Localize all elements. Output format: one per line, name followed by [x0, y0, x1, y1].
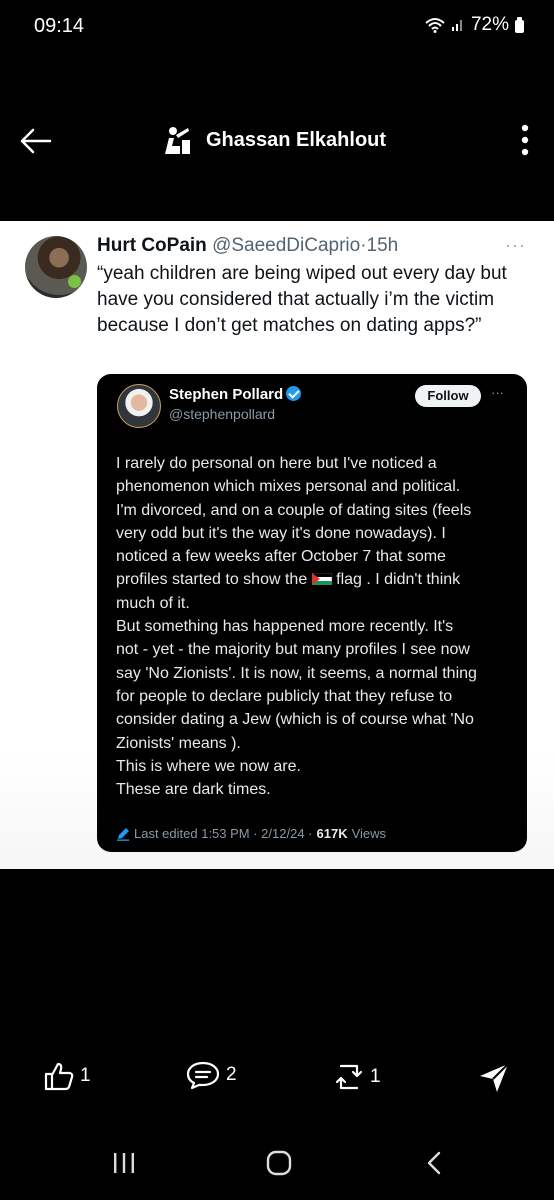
- like-button[interactable]: 1: [44, 1060, 91, 1092]
- quoted-tweet: Stephen Pollard @stephenpollard Follow ·…: [97, 374, 527, 852]
- quoted-line: noticed a few weeks after October 7 that…: [116, 548, 446, 566]
- status-icons: 72%: [425, 14, 524, 36]
- quoted-line: I rarely do personal on here but I've no…: [116, 455, 437, 472]
- tweet-more-icon: ···: [505, 235, 526, 255]
- tweet-header: Hurt CoPain @SaeedDiCaprio·15h: [97, 235, 398, 257]
- header-profile[interactable]: Ghassan Elkahlout: [160, 124, 386, 156]
- views-count: 617K: [316, 826, 348, 841]
- status-time: 09:14: [34, 15, 85, 37]
- comment-button[interactable]: 2: [186, 1060, 237, 1090]
- quoted-line: Zionists' means ).: [116, 734, 241, 752]
- quoted-line: say 'No Zionists'. It is now, it seems, …: [116, 664, 477, 682]
- tweet-author-handle: @SaeedDiCaprio: [212, 235, 361, 256]
- quoted-line: These are dark times.: [116, 781, 271, 799]
- tweet-text: “yeah children are being wiped out every…: [97, 263, 507, 336]
- quoted-more-icon: ···: [491, 385, 504, 400]
- tweet-screenshot[interactable]: Hurt CoPain @SaeedDiCaprio·15h ··· “yeah…: [0, 221, 554, 869]
- battery-icon: [515, 16, 524, 33]
- repost-icon: [335, 1064, 363, 1090]
- quoted-line: not - yet - the majority but many profil…: [116, 641, 470, 659]
- edit-pen-icon: [117, 827, 129, 841]
- quoted-line: But something has happened more recently…: [116, 618, 454, 636]
- quoted-line: phenomenon which mixes personal and poli…: [116, 478, 461, 496]
- views-label: Views: [351, 826, 387, 841]
- quoted-line: for people to declare publicly that they…: [116, 687, 453, 705]
- status-bar: 09:14 72%: [0, 0, 554, 52]
- quoted-line-with-flag: profiles started to show the flag . I di…: [116, 568, 516, 591]
- quoted-line-part: profiles started to show the: [116, 571, 308, 589]
- quoted-text: I rarely do personal on here but I've no…: [116, 452, 516, 801]
- quoted-line: consider dating a Jew (which is of cours…: [116, 711, 474, 729]
- palestine-flag-icon: [311, 573, 332, 586]
- back-arrow-icon[interactable]: [18, 126, 52, 156]
- avatar: [25, 236, 87, 298]
- header-title: Ghassan Elkahlout: [206, 128, 387, 151]
- quoted-author-name: Stephen Pollard: [169, 386, 284, 403]
- profile-logo-icon: [165, 127, 190, 154]
- like-count: 1: [80, 1065, 91, 1086]
- thumbs-up-icon: [44, 1062, 74, 1091]
- tweet-author-name: Hurt CoPain: [97, 235, 207, 256]
- more-vertical-icon[interactable]: [520, 122, 530, 158]
- quoted-line-part: flag . I didn't think: [336, 571, 461, 589]
- edited-text: Last edited 1:53 PM · 2/12/24 ·: [134, 826, 313, 841]
- home-icon[interactable]: [266, 1150, 292, 1176]
- quoted-line: This is where we now are.: [116, 757, 301, 775]
- tweet-time: 15h: [366, 235, 399, 256]
- quoted-line: very odd but it's the way it's done nowa…: [116, 524, 446, 542]
- quoted-line: much of it.: [116, 594, 190, 612]
- post-actions: 1 2 1: [0, 1060, 554, 1100]
- quoted-author: Stephen Pollard: [169, 386, 302, 403]
- quoted-avatar: [117, 384, 161, 428]
- battery-percent: 72%: [470, 14, 509, 35]
- repost-button[interactable]: 1: [334, 1060, 381, 1094]
- follow-button: Follow: [415, 385, 481, 407]
- verified-icon: [286, 386, 302, 401]
- back-nav-icon[interactable]: [424, 1150, 444, 1176]
- send-icon[interactable]: [478, 1062, 510, 1094]
- quoted-author-handle: @stephenpollard: [169, 406, 276, 422]
- wifi-icon: [425, 18, 445, 33]
- app-header: Ghassan Elkahlout: [0, 52, 554, 222]
- comment-count: 2: [226, 1064, 237, 1085]
- recent-apps-icon[interactable]: [112, 1152, 136, 1174]
- system-nav-bar: [0, 1140, 554, 1200]
- comment-icon: [186, 1061, 220, 1090]
- quoted-line: I'm divorced, and on a couple of dating …: [116, 501, 472, 519]
- repost-count: 1: [370, 1066, 381, 1087]
- quoted-footer: Last edited 1:53 PM · 2/12/24 · 617K Vie…: [116, 826, 386, 841]
- signal-icon: [451, 20, 462, 31]
